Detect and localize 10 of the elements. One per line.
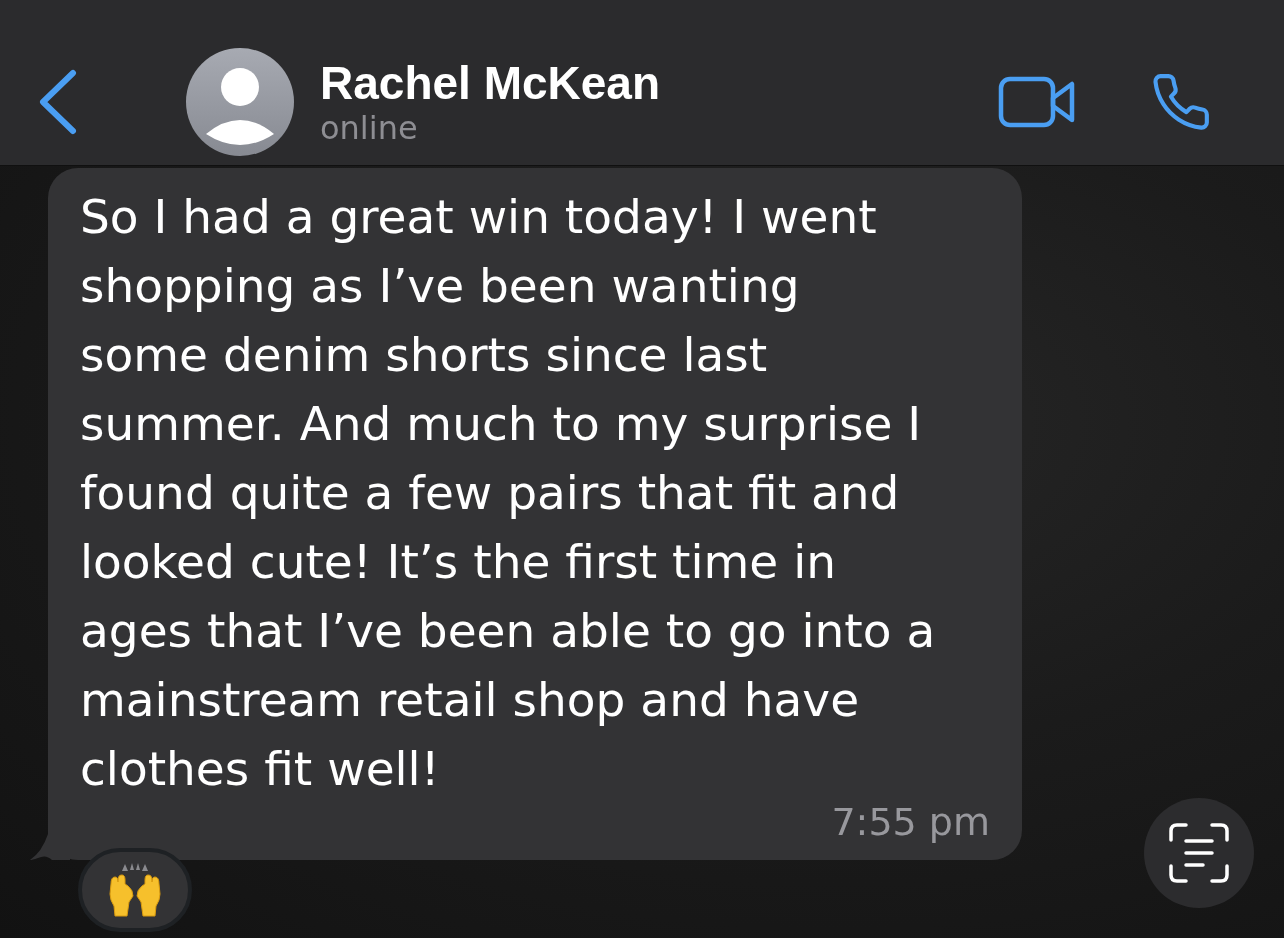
text-scan-icon [1168,822,1230,884]
back-button[interactable] [38,68,78,135]
video-camera-icon [998,75,1076,128]
contact-status: online [320,108,419,147]
message-time: 7:55 pm [831,803,990,841]
video-call-button[interactable] [998,75,1076,128]
chevron-left-icon [38,68,78,135]
message-text: So I had a great win today! I went shopping as I’ve been wanting some denim shorts since last summer. And much to my surprise I found quite a few pairs that fit and looked cute! It’s the first time in ages that I’ve been able to go into a mainstream retail shop and have clothes fit well! [80,188,936,798]
avatar-icon[interactable] [186,47,294,156]
contact-name: Rachel McKean [320,56,660,109]
